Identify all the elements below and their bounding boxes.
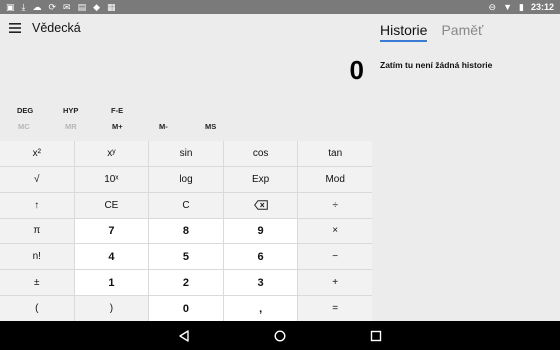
recents-icon[interactable] (368, 328, 384, 344)
plus-button[interactable]: + (298, 270, 372, 296)
multiply-button[interactable]: × (298, 218, 372, 244)
tab-memory[interactable]: Paměť (441, 22, 483, 42)
deg-button[interactable]: DEG (17, 106, 33, 115)
navigation-bar (0, 321, 560, 350)
sin-button[interactable]: sin (149, 141, 223, 166)
menu-icon[interactable] (6, 19, 24, 37)
sqrt-button[interactable]: √ (0, 166, 74, 192)
mc-button[interactable]: MC (18, 122, 30, 131)
status-right-icons: ⊖ ▼ ▮ 23:12 (489, 0, 554, 14)
memory-row: MC MR M+ M- MS (0, 122, 372, 138)
digit-9-button[interactable]: 9 (223, 218, 298, 244)
mminus-button[interactable]: M- (159, 122, 168, 131)
cloud-icon: ☁ (32, 2, 42, 12)
backspace-icon (253, 200, 268, 210)
mode-row: DEG HYP F-E (0, 102, 372, 118)
square-button[interactable]: x² (0, 141, 74, 166)
history-empty-message: Zatím tu není žádná historie (380, 60, 493, 70)
minus-button[interactable]: − (298, 244, 372, 270)
status-bar: ▣ ⤓ ☁ ⟳ ✉ ▤ ◆ ▦ ⊖ ▼ ▮ 23:12 (0, 0, 560, 14)
dnd-icon: ⊖ (488, 2, 497, 12)
open-paren-button[interactable]: ( (0, 296, 74, 321)
app-bar: Vědecká (0, 14, 372, 42)
ms-button[interactable]: MS (205, 122, 216, 131)
digit-7-button[interactable]: 7 (74, 218, 149, 244)
decimal-button[interactable]: , (223, 296, 298, 321)
battery-icon: ▮ (519, 2, 524, 12)
equals-button[interactable]: = (298, 296, 372, 321)
sync-icon: ⟳ (48, 2, 57, 12)
cos-button[interactable]: cos (223, 141, 298, 166)
digit-8-button[interactable]: 8 (149, 218, 223, 244)
result-display: 0 (0, 42, 372, 100)
ce-button[interactable]: CE (74, 192, 149, 218)
mod-button[interactable]: Mod (298, 166, 372, 192)
digit-4-button[interactable]: 4 (74, 244, 149, 270)
digit-1-button[interactable]: 1 (74, 270, 149, 296)
ten-power-button[interactable]: 10ˣ (74, 166, 149, 192)
digit-5-button[interactable]: 5 (149, 244, 223, 270)
clear-button[interactable]: C (149, 192, 223, 218)
digit-6-button[interactable]: 6 (223, 244, 298, 270)
digit-0-button[interactable]: 0 (149, 296, 223, 321)
log-button[interactable]: log (149, 166, 223, 192)
tan-button[interactable]: tan (298, 141, 372, 166)
digit-2-button[interactable]: 2 (149, 270, 223, 296)
close-paren-button[interactable]: ) (74, 296, 149, 321)
wifi-icon: ▼ (503, 2, 513, 12)
status-time: 23:12 (530, 2, 554, 12)
history-panel: Historie Paměť Zatím tu není žádná histo… (372, 14, 560, 321)
image-icon: ▣ (6, 2, 15, 12)
store-icon: ▤ (77, 2, 87, 12)
mplus-button[interactable]: M+ (112, 122, 123, 131)
status-left-icons: ▣ ⤓ ☁ ⟳ ✉ ▤ ◆ ▦ (6, 0, 116, 14)
power-button[interactable]: xʸ (74, 141, 149, 166)
game-icon: ◆ (93, 2, 101, 12)
tab-history[interactable]: Historie (380, 22, 428, 42)
download-icon: ⤓ (21, 2, 26, 12)
bag-icon: ▦ (107, 2, 116, 12)
panel-tabs: Historie Paměť (380, 22, 483, 42)
back-icon[interactable] (176, 328, 192, 344)
divide-button[interactable]: ÷ (298, 192, 372, 218)
exp-button[interactable]: Exp (223, 166, 298, 192)
display-value: 0 (349, 55, 364, 85)
negate-button[interactable]: ± (0, 270, 74, 296)
keypad: x² xʸ sin cos tan √ 10ˣ log Exp Mod ↑ CE… (0, 141, 372, 321)
pi-button[interactable]: π (0, 218, 74, 244)
hyp-button[interactable]: HYP (63, 106, 78, 115)
mr-button[interactable]: MR (65, 122, 77, 131)
app-title: Vědecká (32, 21, 81, 35)
digit-3-button[interactable]: 3 (223, 270, 298, 296)
shift-button[interactable]: ↑ (0, 192, 74, 218)
home-icon[interactable] (272, 328, 288, 344)
factorial-button[interactable]: n! (0, 244, 74, 270)
backspace-button[interactable] (223, 192, 298, 218)
fe-button[interactable]: F-E (111, 106, 123, 115)
mail-icon: ✉ (63, 2, 71, 12)
